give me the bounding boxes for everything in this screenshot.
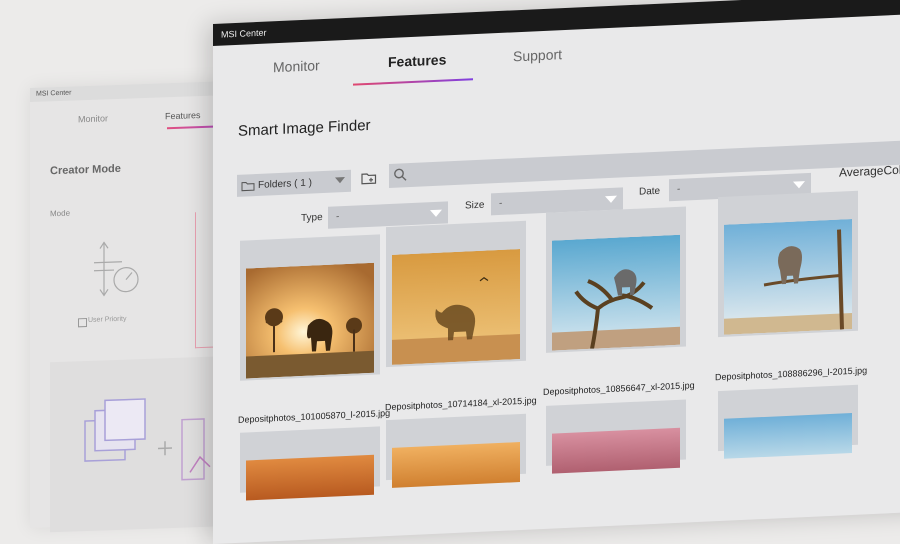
chevron-down-icon: [605, 196, 617, 204]
image-filename: Depositphotos_10856647_xl-2015.jpg: [543, 380, 695, 397]
folder-icon: [241, 180, 255, 192]
folder-select[interactable]: Folders ( 1 ): [237, 170, 351, 197]
size-filter-label: Size: [465, 200, 484, 212]
image-card[interactable]: [546, 400, 686, 466]
image-thumbnail[interactable]: [392, 442, 520, 488]
image-filename: Depositphotos_101005870_l-2015.jpg: [238, 408, 390, 425]
tab-monitor[interactable]: Monitor: [273, 57, 320, 75]
add-folder-icon[interactable]: [361, 170, 377, 187]
size-filter-value: -: [499, 198, 502, 209]
tab-features[interactable]: Features: [388, 51, 446, 70]
page-title: Smart Image Finder: [238, 117, 371, 140]
image-thumbnail[interactable]: [724, 219, 852, 335]
date-filter-label: Date: [639, 186, 660, 198]
image-edit-icon: [50, 356, 240, 533]
msi-center-window: MSI Center Monitor Features Support Smar…: [213, 0, 900, 544]
tab-support[interactable]: Support: [513, 46, 562, 64]
type-filter-value: -: [336, 211, 339, 222]
chevron-down-icon: [335, 177, 345, 183]
image-card[interactable]: [240, 234, 380, 380]
image-card[interactable]: [718, 191, 858, 337]
folder-select-label: Folders ( 1 ): [258, 177, 312, 190]
image-card[interactable]: [546, 207, 686, 353]
image-card[interactable]: [718, 385, 858, 451]
creator-mode-heading: Creator Mode: [50, 163, 121, 177]
elephant-tree-image: [552, 235, 680, 351]
image-card[interactable]: [240, 426, 380, 492]
elephant-sunrise-image: [246, 263, 374, 379]
search-icon: [393, 167, 407, 182]
image-thumbnail[interactable]: [552, 428, 680, 474]
chevron-down-icon: [430, 210, 442, 218]
image-thumbnail[interactable]: [724, 413, 852, 459]
date-filter-value: -: [677, 184, 680, 195]
creator-panel: [50, 356, 240, 533]
image-card[interactable]: [386, 221, 526, 367]
elephant-silhouette-image: [392, 249, 520, 365]
image-filename: Depositphotos_10714184_xl-2015.jpg: [385, 395, 537, 412]
average-color-filter-label: AverageColo: [839, 162, 900, 179]
background-tab-monitor[interactable]: Monitor: [78, 113, 108, 124]
image-thumbnail[interactable]: [246, 455, 374, 501]
chevron-down-icon: [793, 181, 805, 189]
mode-label: Mode: [50, 209, 70, 219]
image-thumbnail[interactable]: [246, 263, 374, 379]
performance-gauge-icon: [92, 239, 142, 301]
type-filter-label: Type: [301, 212, 323, 224]
image-filename: Depositphotos_108886296_l-2015.jpg: [715, 365, 867, 382]
user-priority-checkbox[interactable]: [78, 318, 87, 327]
image-thumbnail[interactable]: [552, 235, 680, 351]
background-tab-features[interactable]: Features: [165, 110, 201, 121]
user-priority-label: User Priority: [88, 316, 127, 324]
search-input[interactable]: [389, 139, 900, 188]
elephant-branch-image: [724, 219, 852, 335]
image-thumbnail[interactable]: [392, 249, 520, 365]
image-card[interactable]: [386, 414, 526, 480]
active-tab-underline: [353, 78, 473, 85]
